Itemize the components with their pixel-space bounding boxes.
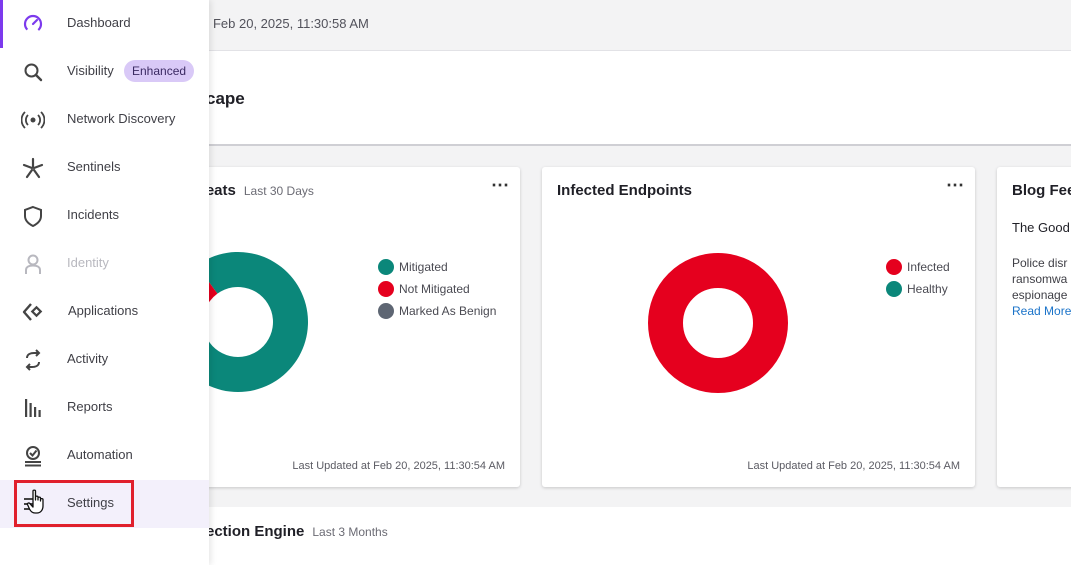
threats-legend: Mitigated Not Mitigated Marked As Benign [378, 256, 496, 322]
detection-engine-title: ection Engine Last 3 Months [206, 523, 388, 540]
sidebar-label-dashboard: Dashboard [67, 15, 131, 30]
healthy-color-dot [886, 281, 902, 297]
legend-label-benign: Marked As Benign [399, 304, 497, 318]
blog-excerpt-line: espionage [1012, 288, 1068, 302]
infected-legend: Infected Healthy [886, 256, 950, 300]
search-icon [20, 60, 46, 84]
sync-arrows-icon [20, 348, 46, 372]
infected-more-menu-icon[interactable]: ⋯ [946, 175, 965, 196]
bar-chart-icon [20, 396, 46, 420]
threats-more-menu-icon[interactable]: ⋯ [491, 175, 510, 196]
detection-engine-title-text: ection Engine [206, 523, 305, 540]
read-more-link[interactable]: Read More [1012, 303, 1071, 319]
sidebar-menu: Dashboard Visibility Enhanced Network Di… [0, 0, 209, 565]
infected-donut-chart [648, 253, 788, 393]
shield-icon [20, 204, 46, 228]
blog-headline[interactable]: The Good [1012, 220, 1070, 235]
legend-label-infected: Infected [907, 260, 950, 274]
not-mitigated-color-dot [378, 281, 394, 297]
sentinel-star-icon [20, 156, 46, 180]
sidebar-label-sentinels: Sentinels [67, 159, 121, 174]
page-title: cape [206, 89, 245, 108]
threats-period: Last 30 Days [243, 184, 314, 198]
last-refresh-timestamp: | Feb 20, 2025, 11:30:58 AM [206, 16, 369, 31]
applications-icon [20, 300, 46, 324]
sidebar-label-settings: Settings [67, 495, 114, 510]
automation-icon [20, 444, 46, 468]
infected-color-dot [886, 259, 902, 275]
infected-endpoints-card: Infected Endpoints ⋯ Infected Healthy La… [542, 167, 975, 487]
sidebar-item-visibility[interactable]: Visibility Enhanced [0, 48, 209, 96]
sidebar-item-sentinels[interactable]: Sentinels [0, 144, 209, 192]
sidebar-item-applications[interactable]: Applications [0, 288, 209, 336]
sidebar-item-dashboard[interactable]: Dashboard [0, 0, 209, 48]
hand-pointer-cursor-icon [26, 489, 44, 514]
threats-last-updated: Last Updated at Feb 20, 2025, 11:30:54 A… [292, 460, 505, 472]
sidebar-item-reports[interactable]: Reports [0, 384, 209, 432]
sidebar-label-identity: Identity [67, 255, 109, 270]
legend-item-mitigated[interactable]: Mitigated [378, 256, 496, 278]
threats-card-title: reats Last 30 Days [200, 182, 314, 199]
sidebar-label-applications: Applications [68, 303, 139, 318]
dashboard-gauge-icon [20, 12, 46, 36]
sidebar-item-identity[interactable]: Identity [0, 240, 209, 288]
legend-label-not-mitigated: Not Mitigated [399, 282, 470, 296]
blog-card-title: Blog Fee [1012, 182, 1071, 199]
legend-item-infected[interactable]: Infected [886, 256, 950, 278]
sidebar-item-incidents[interactable]: Incidents [0, 192, 209, 240]
sidebar-label-incidents: Incidents [67, 207, 120, 222]
sidebar-item-automation[interactable]: Automation [0, 432, 209, 480]
mitigated-color-dot [378, 259, 394, 275]
enhanced-badge: Enhanced [124, 60, 195, 82]
infected-last-updated: Last Updated at Feb 20, 2025, 11:30:54 A… [747, 460, 960, 472]
sidebar-label-automation: Automation [67, 447, 133, 462]
infected-card-title: Infected Endpoints [557, 182, 692, 199]
legend-item-not-mitigated[interactable]: Not Mitigated [378, 278, 496, 300]
blog-excerpt-line: ransomwa [1012, 272, 1068, 286]
legend-label-healthy: Healthy [907, 282, 948, 296]
blog-excerpt-line: Police disr [1012, 256, 1068, 270]
donut-slice-infected[interactable] [648, 253, 788, 393]
legend-item-healthy[interactable]: Healthy [886, 278, 950, 300]
legend-item-benign[interactable]: Marked As Benign [378, 300, 496, 322]
sidebar-item-network-discovery[interactable]: Network Discovery [0, 96, 209, 144]
benign-color-dot [378, 303, 394, 319]
broadcast-icon [20, 108, 46, 132]
sidebar-label-reports: Reports [67, 399, 113, 414]
sidebar-label-visibility: Visibility [67, 63, 114, 78]
blog-excerpt: Police disr ransomwa espionage Read More [1012, 255, 1071, 319]
sidebar-label-network-discovery: Network Discovery [67, 111, 176, 126]
blog-feed-card: Blog Fee The Good Police disr ransomwa e… [997, 167, 1071, 487]
threats-card: reats Last 30 Days ⋯ Mitigated Not Mitiga… [160, 167, 520, 487]
legend-label-mitigated: Mitigated [399, 260, 448, 274]
detection-engine-period: Last 3 Months [312, 525, 388, 539]
sidebar-item-activity[interactable]: Activity [0, 336, 209, 384]
person-icon [20, 252, 46, 276]
sidebar-label-activity: Activity [67, 351, 109, 366]
